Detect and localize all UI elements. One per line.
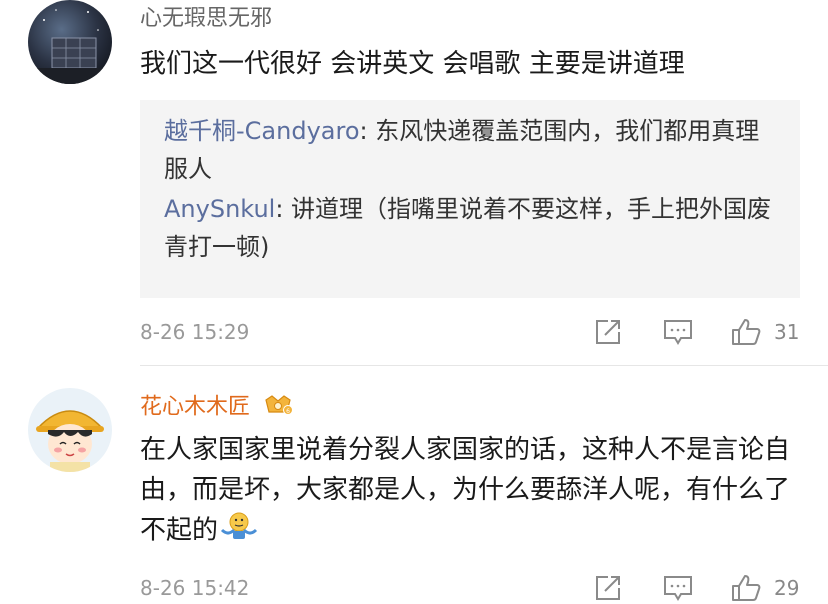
comment-text: 我们这一代很好 会讲英文 会唱歌 主要是讲道理: [140, 49, 685, 79]
reply-item: 越千桐-Candyaro: 东风快递覆盖范围内，我们都用真理服人: [164, 112, 776, 188]
shrug-emoji-icon: [220, 510, 258, 552]
divider: [140, 365, 828, 366]
username[interactable]: 花心木木匠 6: [140, 392, 294, 423]
reply-thread[interactable]: 越千桐-Candyaro: 东风快递覆盖范围内，我们都用真理服人 AnySnku…: [140, 100, 800, 298]
svg-text:6: 6: [286, 408, 290, 415]
share-icon[interactable]: [588, 572, 628, 604]
like-count: 31: [774, 320, 800, 344]
like-icon[interactable]: [726, 316, 766, 348]
username-text[interactable]: 花心木木匠: [140, 395, 250, 420]
comment-icon[interactable]: [658, 572, 698, 604]
timestamp: 8-26 15:42: [140, 576, 250, 600]
like-icon[interactable]: [726, 572, 766, 604]
username[interactable]: 心无瑕思无邪: [140, 6, 272, 32]
reply-item: AnySnkul: 讲道理（指嘴里说着不要这样，手上把外国废青打一顿): [164, 190, 776, 266]
share-icon[interactable]: [588, 316, 628, 348]
comment-text: 在人家国家里说着分裂人家国家的话，这种人不是言论自由，而是坏，大家都是人，为什么…: [140, 430, 810, 552]
like-count: 29: [774, 576, 800, 600]
comment-meta: 8-26 15:42 29: [140, 572, 800, 604]
comment-icon[interactable]: [658, 316, 698, 348]
avatar[interactable]: [28, 0, 112, 84]
timestamp: 8-26 15:29: [140, 320, 250, 344]
comment-meta: 8-26 15:29 31: [140, 316, 800, 348]
avatar[interactable]: [28, 388, 112, 472]
reply-username[interactable]: AnySnkul: [164, 195, 275, 223]
reply-username[interactable]: 越千桐-Candyaro: [164, 117, 360, 145]
vip-badge-icon[interactable]: 6: [263, 392, 294, 423]
